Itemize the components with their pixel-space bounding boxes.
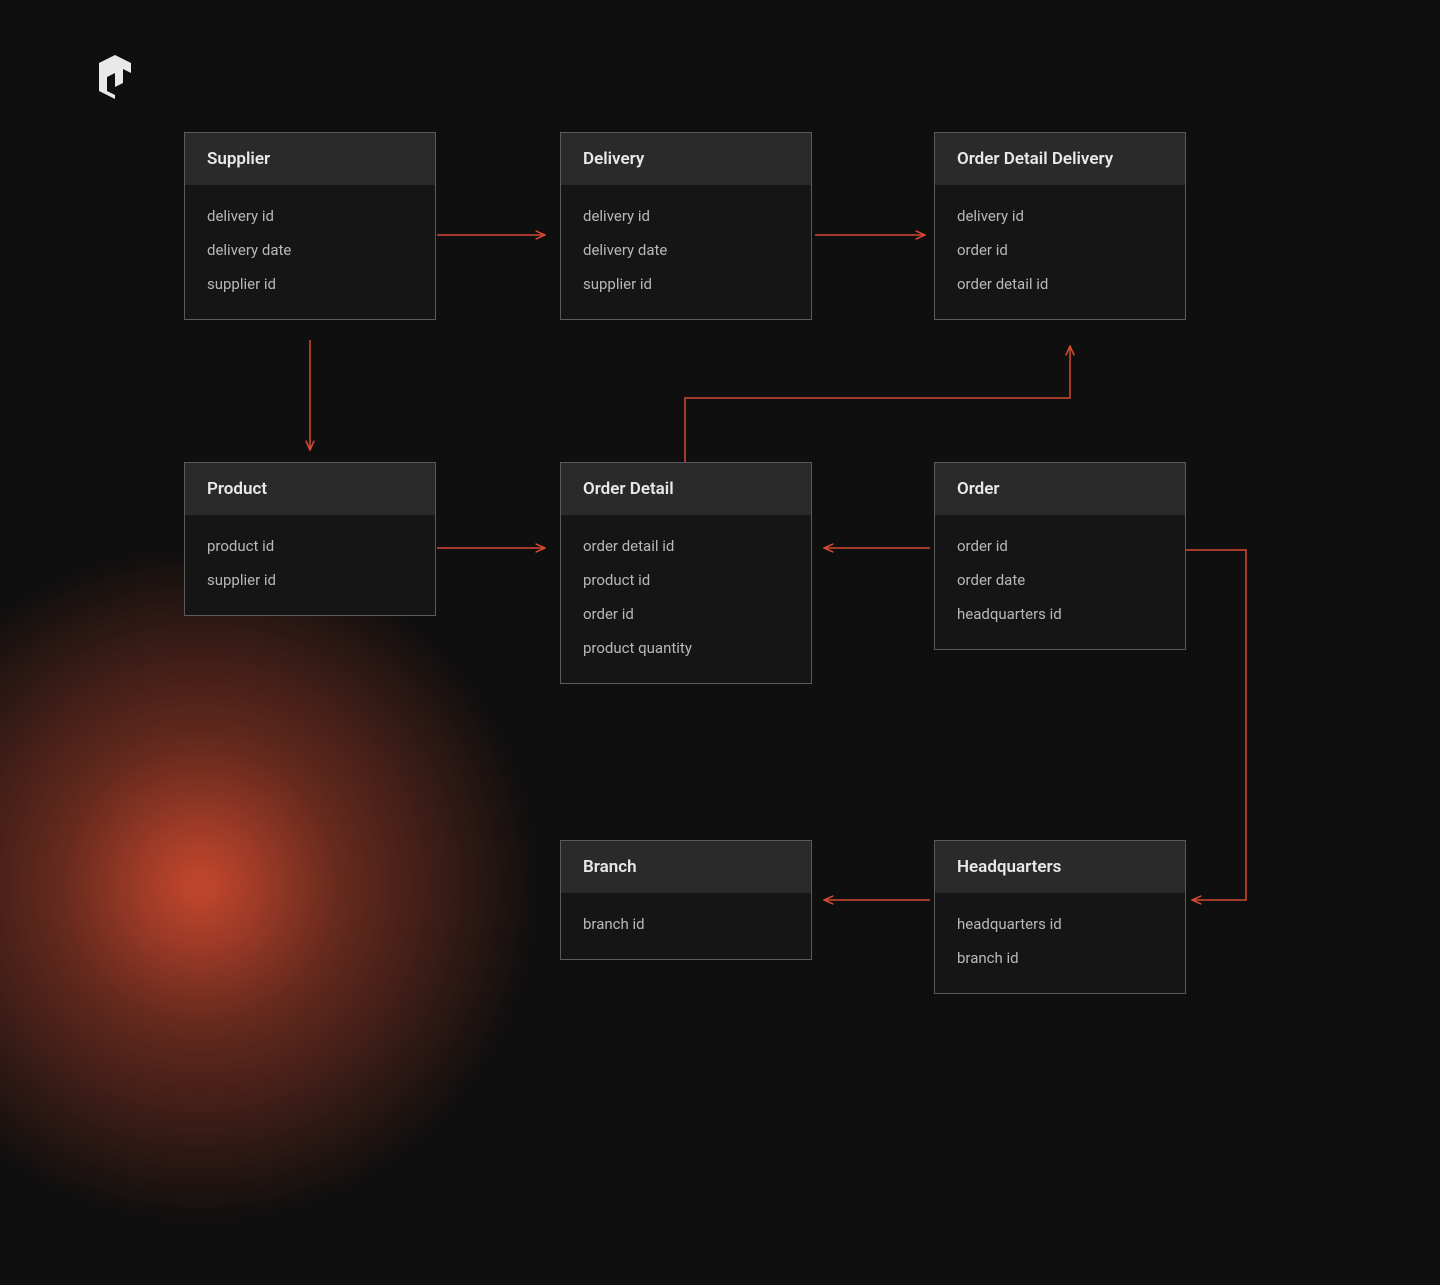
entity-supplier: Supplier delivery id delivery date suppl…: [184, 132, 436, 320]
entity-headquarters: Headquarters headquarters id branch id: [934, 840, 1186, 994]
entity-field: branch id: [583, 907, 789, 941]
brand-logo: [95, 53, 135, 105]
entity-field: order id: [957, 529, 1163, 563]
entity-title: Delivery: [561, 133, 811, 185]
entity-title: Product: [185, 463, 435, 515]
entity-title: Order Detail: [561, 463, 811, 515]
entity-field: product quantity: [583, 631, 789, 665]
entity-field: supplier id: [207, 563, 413, 597]
entity-field: headquarters id: [957, 597, 1163, 631]
entity-title: Order Detail Delivery: [935, 133, 1185, 185]
entity-field: product id: [207, 529, 413, 563]
entity-delivery: Delivery delivery id delivery date suppl…: [560, 132, 812, 320]
entity-order-detail: Order Detail order detail id product id …: [560, 462, 812, 684]
entity-title: Supplier: [185, 133, 435, 185]
entity-product: Product product id supplier id: [184, 462, 436, 616]
entity-title: Branch: [561, 841, 811, 893]
entity-field: delivery id: [583, 199, 789, 233]
entity-field: order detail id: [957, 267, 1163, 301]
entity-field: delivery date: [207, 233, 413, 267]
entity-field: delivery id: [207, 199, 413, 233]
entity-field: product id: [583, 563, 789, 597]
entity-field: order date: [957, 563, 1163, 597]
entity-order-detail-delivery: Order Detail Delivery delivery id order …: [934, 132, 1186, 320]
entity-field: supplier id: [207, 267, 413, 301]
entity-field: order detail id: [583, 529, 789, 563]
entity-title: Headquarters: [935, 841, 1185, 893]
entity-field: headquarters id: [957, 907, 1163, 941]
entity-field: delivery id: [957, 199, 1163, 233]
entity-order: Order order id order date headquarters i…: [934, 462, 1186, 650]
entity-field: delivery date: [583, 233, 789, 267]
entity-branch: Branch branch id: [560, 840, 812, 960]
entity-field: order id: [583, 597, 789, 631]
entity-title: Order: [935, 463, 1185, 515]
entity-field: branch id: [957, 941, 1163, 975]
entity-field: order id: [957, 233, 1163, 267]
entity-field: supplier id: [583, 267, 789, 301]
